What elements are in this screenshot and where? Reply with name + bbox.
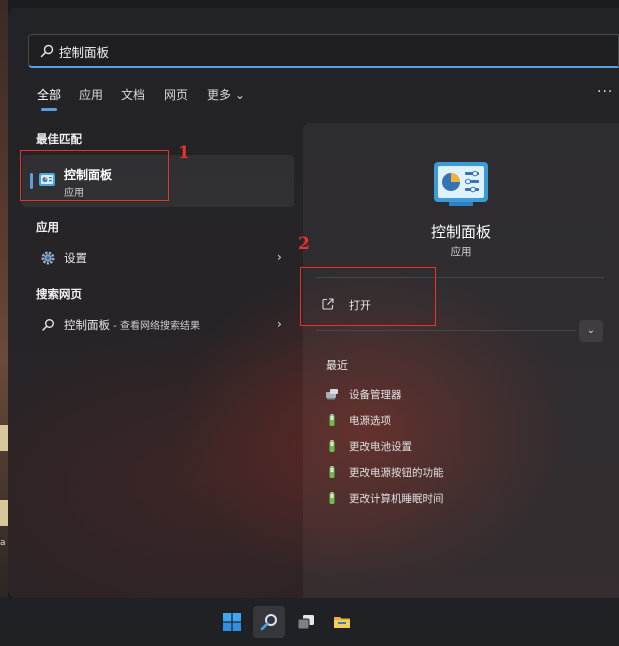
app-item-settings[interactable]: 设置 › xyxy=(22,244,294,272)
search-taskbar-button[interactable] xyxy=(253,606,285,638)
active-tab-indicator xyxy=(41,108,57,111)
windows-logo-icon xyxy=(223,613,241,631)
taskbar xyxy=(0,598,619,646)
desktop-background: a xyxy=(0,0,8,600)
chevron-right-icon: › xyxy=(277,250,282,264)
recent-item-label: 更改电池设置 xyxy=(349,441,412,453)
recent-item-label: 更改电源按钮的功能 xyxy=(349,467,444,479)
task-view-button[interactable] xyxy=(290,606,322,638)
desktop-icon[interactable] xyxy=(0,425,8,451)
power-options-icon xyxy=(329,492,335,504)
chevron-down-icon: ⌄ xyxy=(586,325,596,336)
annotation-box-1 xyxy=(20,150,169,201)
section-web-search: 搜索网页 xyxy=(36,287,82,301)
more-options-button[interactable]: ··· xyxy=(597,84,613,100)
app-item-label: 设置 xyxy=(64,251,87,265)
gear-icon xyxy=(41,251,55,265)
web-item-control-panel[interactable]: 控制面板 - 查看网络搜索结果 › xyxy=(22,311,294,339)
recent-heading: 最近 xyxy=(326,359,348,372)
task-view-icon xyxy=(297,615,314,630)
power-options-icon xyxy=(329,414,335,426)
search-icon xyxy=(40,44,54,58)
folder-icon xyxy=(334,617,350,628)
detail-subtitle: 应用 xyxy=(450,246,472,258)
search-icon xyxy=(260,614,277,631)
annotation-box-2 xyxy=(300,267,436,326)
tab-apps[interactable]: 应用 xyxy=(79,86,103,103)
device-manager-icon xyxy=(326,389,338,400)
section-best-match: 最佳匹配 xyxy=(36,132,82,146)
power-options-icon xyxy=(329,440,335,452)
tab-more[interactable]: 更多 ⌄ xyxy=(207,86,245,103)
search-icon xyxy=(42,319,54,331)
tab-all[interactable]: 全部 xyxy=(37,86,61,103)
desktop-icon-label: a xyxy=(0,538,6,548)
annotation-number-2: 2 xyxy=(298,234,310,254)
section-apps: 应用 xyxy=(36,220,59,234)
file-explorer-button[interactable] xyxy=(326,606,358,638)
start-button[interactable] xyxy=(216,606,248,638)
recent-item-label: 电源选项 xyxy=(349,415,391,427)
annotation-number-1: 1 xyxy=(178,143,190,163)
tab-documents[interactable]: 文档 xyxy=(121,86,145,103)
power-options-icon xyxy=(329,466,335,478)
search-input[interactable] xyxy=(59,41,459,61)
web-item-label: 控制面板 - 查看网络搜索结果 xyxy=(64,318,200,332)
recent-item-label: 更改计算机睡眠时间 xyxy=(349,493,444,505)
recent-item-label: 设备管理器 xyxy=(349,389,402,401)
search-box[interactable] xyxy=(28,34,619,68)
divider xyxy=(316,330,576,331)
expand-button[interactable]: ⌄ xyxy=(579,320,603,342)
tab-web[interactable]: 网页 xyxy=(164,86,188,103)
detail-title: 控制面板 xyxy=(430,223,491,241)
control-panel-icon xyxy=(434,162,488,206)
detail-pane: 控制面板 应用 打开 ⌄ 最近 设备管理器 电源选项 更改电池设置 更改电源按钮… xyxy=(303,123,619,598)
desktop-icon[interactable] xyxy=(0,500,8,526)
chevron-right-icon: › xyxy=(277,317,282,331)
web-item-suffix: - 查看网络搜索结果 xyxy=(110,321,200,332)
